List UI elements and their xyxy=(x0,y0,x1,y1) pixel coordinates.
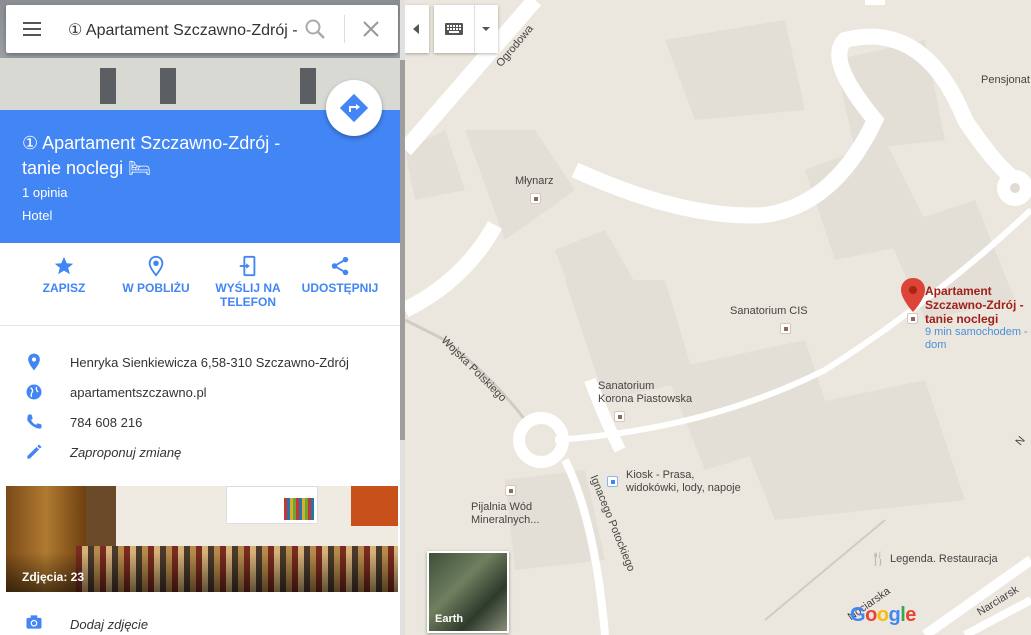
phone-number[interactable]: 784 608 216 xyxy=(70,415,142,430)
location-icon xyxy=(28,353,40,371)
share-icon xyxy=(331,256,349,276)
pencil-icon xyxy=(27,444,42,459)
phone-row[interactable]: 784 608 216 xyxy=(0,407,400,437)
window xyxy=(300,68,316,104)
photo-count: Zdjęcia: 23 xyxy=(22,570,85,584)
share-button[interactable]: UDOSTĘPNIJ xyxy=(295,255,385,295)
nearby-icon xyxy=(148,255,164,277)
panel-scrollbar[interactable] xyxy=(400,0,405,635)
poi-label-sanatorium-cis[interactable]: Sanatorium CIS xyxy=(730,305,808,318)
phone-icon xyxy=(27,414,42,429)
camera-icon xyxy=(26,615,42,629)
poi-label-pensjonat: Pensjonat xyxy=(981,74,1030,86)
hamburger-icon xyxy=(23,22,41,24)
poi-label-kiosk-line1[interactable]: Kiosk - Prasa, xyxy=(626,469,694,482)
directions-button[interactable] xyxy=(326,80,382,136)
collapse-panel-button[interactable] xyxy=(405,5,429,53)
pin-drive-time[interactable]: 9 min samochodem - dom xyxy=(925,326,1031,352)
poi-icon-mlynarz[interactable] xyxy=(530,193,541,204)
reviews-link[interactable]: 1 opinia xyxy=(22,185,68,200)
location-pin-icon[interactable] xyxy=(901,278,925,314)
action-bar: ZAPISZ W POBLIŻU WYŚLIJ NA TELEFON UDOST… xyxy=(0,243,400,326)
input-tools-button[interactable] xyxy=(434,5,498,53)
poi-label-pijalnia-line1[interactable]: Pijalnia Wód xyxy=(471,501,532,514)
place-title: ① Apartament Szczawno-Zdrój - tanie nocl… xyxy=(22,133,281,178)
close-icon[interactable] xyxy=(358,16,384,42)
shopping-icon-kiosk[interactable] xyxy=(607,476,618,487)
save-label: ZAPISZ xyxy=(42,281,86,295)
earth-label: Earth xyxy=(435,613,464,625)
save-button[interactable]: ZAPISZ xyxy=(19,255,109,295)
add-photo-row[interactable]: Dodaj zdjęcie xyxy=(0,606,400,635)
globe-icon xyxy=(26,384,42,400)
poi-label-kiosk-line2[interactable]: widokówki, lody, napoje xyxy=(626,482,741,495)
poi-label-sanatorium-korona-line2[interactable]: Korona Piastowska xyxy=(598,393,692,406)
send-to-phone-label: WYŚLIJ NA TELEFON xyxy=(215,281,281,309)
nearby-button[interactable]: W POBLIŻU xyxy=(111,255,201,295)
hotel-icon-apartament[interactable] xyxy=(907,313,918,324)
website-row[interactable]: apartamentszczawno.pl xyxy=(0,377,400,407)
address-row[interactable]: Henryka Sienkiewicza 6,58-310 Szczawno-Z… xyxy=(0,347,400,377)
hamburger-icon xyxy=(23,28,41,30)
restaurant-icon[interactable]: 🍴 xyxy=(870,552,886,565)
divider xyxy=(474,5,475,53)
keyboard-icon xyxy=(445,23,463,35)
search-box[interactable]: ① Apartament Szczawno-Zdrój - t xyxy=(6,5,398,53)
nearby-label: W POBLIŻU xyxy=(122,281,190,295)
star-icon xyxy=(54,256,74,275)
window xyxy=(100,68,116,104)
scrollbar-thumb[interactable] xyxy=(400,60,405,440)
suggest-edit-link[interactable]: Zaproponuj zmianę xyxy=(70,445,181,460)
address-text: Henryka Sienkiewicza 6,58-310 Szczawno-Z… xyxy=(70,355,349,370)
earth-view-toggle[interactable]: Earth xyxy=(427,551,509,633)
caret-down-icon[interactable] xyxy=(480,25,492,33)
window xyxy=(160,68,176,104)
share-label: UDOSTĘPNIJ xyxy=(301,281,379,295)
send-to-phone-icon xyxy=(239,255,256,277)
poi-label-legenda[interactable]: Legenda. Restauracja xyxy=(890,553,998,566)
poi-icon-sanatorium-korona[interactable] xyxy=(614,411,625,422)
poi-label-sanatorium-korona-line1[interactable]: Sanatorium xyxy=(598,380,654,393)
poi-label-mlynarz[interactable]: Młynarz xyxy=(515,175,554,188)
photos-thumbnail[interactable]: Zdjęcia: 23 xyxy=(6,486,398,592)
website-link[interactable]: apartamentszczawno.pl xyxy=(70,385,207,400)
send-to-phone-button[interactable]: WYŚLIJ NA TELEFON xyxy=(203,255,293,309)
photo-books xyxy=(284,498,314,520)
divider xyxy=(344,15,345,43)
pin-place-name[interactable]: Apartament Szczawno-Zdrój - tanie nocleg… xyxy=(925,284,1031,326)
photo-painting xyxy=(351,486,398,526)
place-info: Henryka Sienkiewicza 6,58-310 Szczawno-Z… xyxy=(0,326,400,486)
hamburger-icon xyxy=(23,34,41,36)
place-panel: ① Apartament Szczawno-Zdrój - t ① Aparta… xyxy=(0,0,400,635)
search-input[interactable]: ① Apartament Szczawno-Zdrój - t xyxy=(68,20,298,40)
poi-icon-pijalnia[interactable] xyxy=(505,485,516,496)
hotel-icon-sanatorium-cis[interactable] xyxy=(780,323,791,334)
chevron-left-icon xyxy=(413,24,419,34)
directions-icon xyxy=(339,93,369,123)
menu-button[interactable] xyxy=(20,18,44,40)
google-logo: Google xyxy=(850,604,916,626)
search-icon[interactable] xyxy=(302,16,328,42)
place-category[interactable]: Hotel xyxy=(22,208,52,223)
add-photo-link[interactable]: Dodaj zdjęcie xyxy=(70,617,148,632)
poi-label-pijalnia-line2[interactable]: Mineralnych... xyxy=(471,514,539,527)
suggest-edit-row[interactable]: Zaproponuj zmianę xyxy=(0,437,400,467)
